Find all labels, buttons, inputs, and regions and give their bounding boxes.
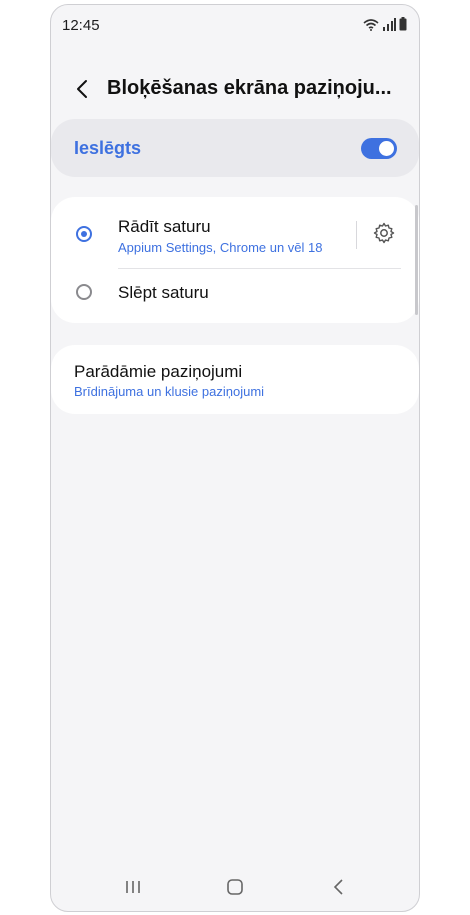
show-content-title: Rādīt saturu: [118, 217, 211, 236]
show-content-option[interactable]: Rādīt saturu Appium Settings, Chrome un …: [51, 197, 419, 269]
gear-icon[interactable]: [372, 221, 396, 245]
app-header: Bloķēšanas ekrāna paziņoju...: [51, 65, 419, 115]
notifications-shown-subtitle: Brīdinājuma un klusie paziņojumi: [74, 384, 265, 399]
signal-icon: [383, 18, 396, 31]
navigation-bar: [51, 863, 419, 911]
master-switch-row[interactable]: Ieslēgts: [51, 119, 419, 177]
hide-content-option[interactable]: Slēpt saturu: [51, 269, 419, 323]
content-options-card: Rādīt saturu Appium Settings, Chrome un …: [51, 197, 419, 323]
phone-screen: 12:45 Bloķēšanas ekrāna paziņoju... Iesl…: [50, 4, 420, 912]
show-content-subtitle: Appium Settings, Chrome un vēl 18: [118, 240, 323, 255]
show-content-radio[interactable]: [76, 226, 92, 242]
back-icon[interactable]: [327, 875, 351, 899]
divider: [356, 221, 357, 249]
master-toggle[interactable]: [361, 138, 397, 159]
notifications-shown-title: Parādāmie paziņojumi: [74, 362, 243, 381]
hide-content-radio[interactable]: [76, 284, 92, 300]
toggle-knob: [379, 141, 394, 156]
recents-icon[interactable]: [121, 875, 145, 899]
status-bar: 12:45: [51, 5, 419, 45]
battery-icon: [399, 17, 407, 31]
master-switch-label: Ieslēgts: [74, 138, 142, 158]
back-arrow-icon[interactable]: [71, 77, 95, 101]
wifi-icon: [363, 19, 379, 31]
status-icons: [363, 17, 407, 31]
notifications-shown-card[interactable]: Parādāmie paziņojumi Brīdinājuma un klus…: [51, 345, 419, 414]
hide-content-title: Slēpt saturu: [118, 283, 209, 302]
status-time: 12:45: [62, 17, 100, 34]
page-title: Bloķēšanas ekrāna paziņoju...: [107, 77, 392, 99]
home-icon[interactable]: [223, 875, 247, 899]
scrollbar[interactable]: [415, 205, 418, 315]
